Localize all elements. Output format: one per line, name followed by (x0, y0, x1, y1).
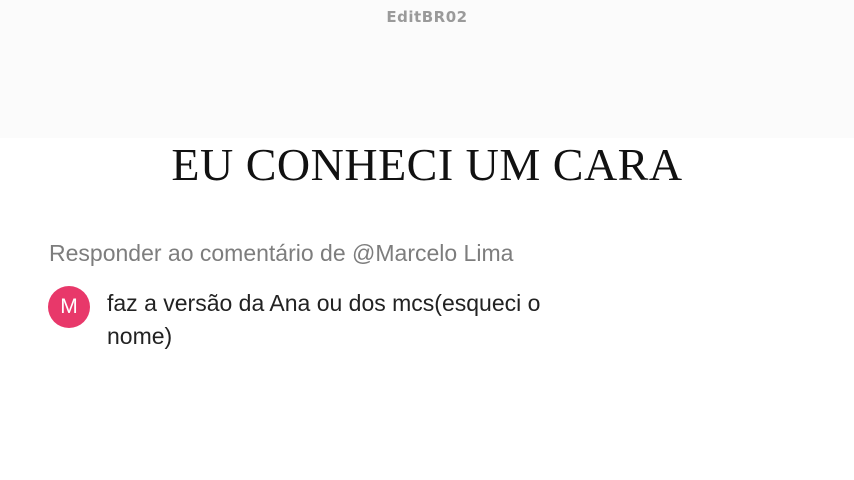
comment-item: M faz a versão da Ana ou dos mcs(esqueci… (48, 286, 567, 353)
watermark-text: EditBR02 (386, 8, 468, 26)
reply-to-header: Responder ao comentário de @Marcelo Lima (49, 240, 514, 266)
avatar[interactable]: M (48, 286, 90, 328)
avatar-letter: M (60, 295, 78, 318)
headline-title: EU CONHECI UM CARA (171, 139, 683, 190)
comment-text: faz a versão da Ana ou dos mcs(esqueci o… (107, 290, 541, 349)
